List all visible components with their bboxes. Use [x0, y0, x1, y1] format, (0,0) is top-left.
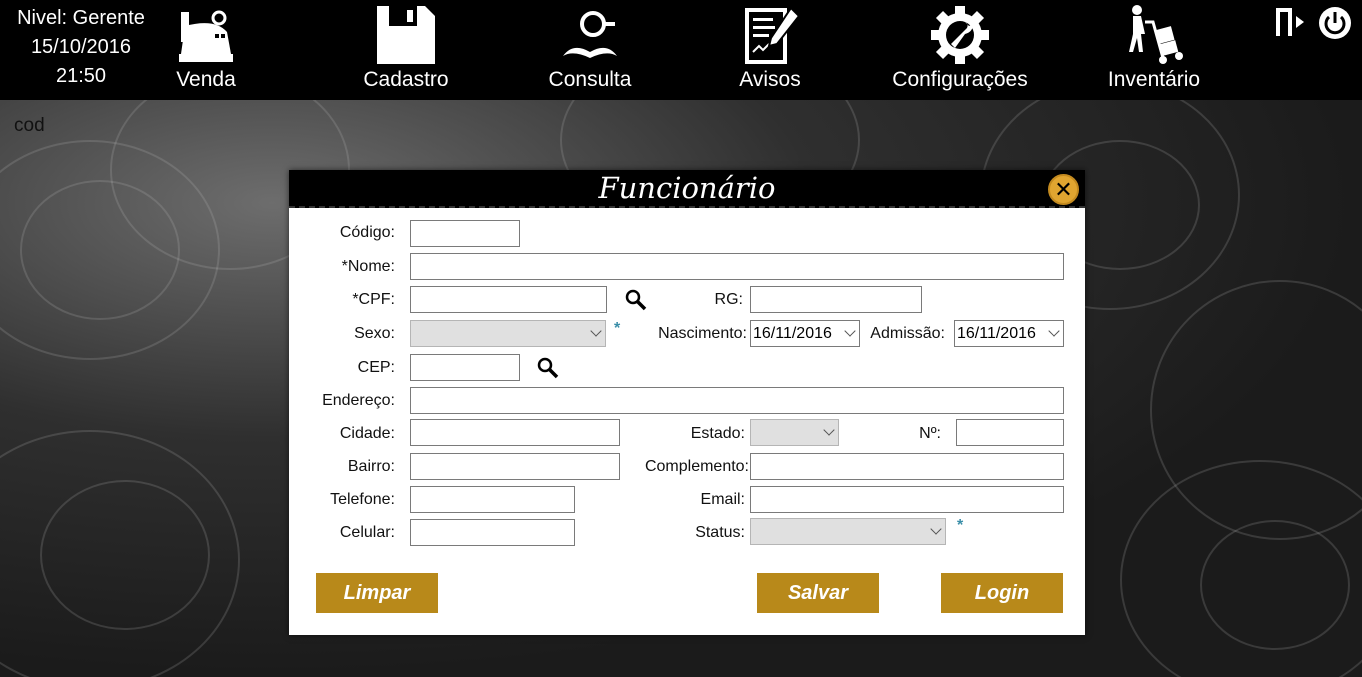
nav-venda[interactable]: Venda: [166, 4, 246, 92]
power-button[interactable]: [1318, 6, 1352, 45]
nav-consulta-label: Consulta: [548, 68, 632, 91]
code-label: cod: [14, 115, 45, 136]
admissao-value: 16/11/2016: [957, 325, 1036, 342]
cep-input[interactable]: [410, 354, 520, 381]
estado-select[interactable]: [750, 419, 839, 446]
nav-cadastro[interactable]: Cadastro: [356, 4, 456, 92]
rg-label: RG:: [714, 291, 743, 308]
nav-configuracoes[interactable]: Configurações: [882, 4, 1038, 92]
email-label: Email:: [700, 491, 745, 508]
chevron-down-icon: [844, 325, 856, 337]
nascimento-date-picker[interactable]: 16/11/2016: [750, 320, 860, 347]
bairro-label: Bairro:: [347, 458, 395, 475]
sexo-label: Sexo:: [354, 325, 395, 342]
nav-avisos-label: Avisos: [739, 68, 801, 91]
nav-inventario-label: Inventário: [1107, 68, 1201, 91]
cpf-label: *CPF:: [352, 291, 395, 308]
nav-consulta[interactable]: Consulta: [540, 4, 640, 92]
status-label: Status:: [695, 524, 745, 541]
nav-configuracoes-label: Configurações: [892, 68, 1028, 91]
celular-input[interactable]: [410, 519, 575, 546]
current-time: 21:50: [55, 65, 107, 87]
admissao-label: Admissão:: [870, 325, 945, 342]
cep-label: CEP:: [357, 359, 395, 376]
top-navigation-bar: Nivel: Gerente 15/10/2016 21:50 Venda Ca…: [0, 0, 1362, 100]
document-pen-icon: [745, 6, 801, 64]
cep-search-icon[interactable]: [537, 357, 559, 379]
limpar-button[interactable]: Limpar: [316, 573, 438, 613]
admissao-date-picker[interactable]: 16/11/2016: [954, 320, 1064, 347]
nav-avisos[interactable]: Avisos: [730, 4, 810, 92]
nav-cadastro-label: Cadastro: [363, 68, 449, 91]
nome-label: *Nome:: [341, 258, 395, 275]
nome-input[interactable]: [410, 253, 1064, 280]
chevron-down-icon: [930, 523, 942, 535]
nav-inventario[interactable]: Inventário: [1100, 4, 1208, 92]
cidade-label: Cidade:: [339, 425, 395, 442]
dialog-title: Funcionário: [598, 171, 776, 205]
salvar-button[interactable]: Salvar: [757, 573, 879, 613]
status-select[interactable]: [750, 518, 946, 545]
chevron-down-icon: [1048, 325, 1060, 337]
endereco-input[interactable]: [410, 387, 1064, 414]
telefone-input[interactable]: [410, 486, 575, 513]
funcionario-dialog: Funcionário ✕ Código: *Nome: *CPF: RG: S…: [289, 170, 1085, 635]
bairro-input[interactable]: [410, 453, 620, 480]
nascimento-value: 16/11/2016: [753, 325, 832, 342]
telefone-label: Telefone:: [330, 491, 395, 508]
dialog-header: Funcionário ✕: [289, 170, 1085, 208]
user-level: Nivel: Gerente: [17, 7, 145, 29]
cidade-input[interactable]: [410, 419, 620, 446]
required-marker: *: [957, 517, 964, 534]
numero-input[interactable]: [956, 419, 1064, 446]
session-info: Nivel: Gerente 15/10/2016 21:50: [6, 4, 156, 91]
cpf-search-icon[interactable]: [625, 289, 647, 311]
estado-label: Estado:: [690, 425, 745, 442]
logout-door-icon: [1276, 8, 1304, 36]
gear-wrench-icon: [931, 6, 989, 64]
required-marker: *: [614, 320, 621, 337]
chevron-down-icon: [823, 424, 835, 436]
hand-truck-icon: [1129, 5, 1183, 64]
detective-icon: [563, 11, 617, 58]
logout-button[interactable]: [1274, 6, 1308, 43]
close-button[interactable]: ✕: [1048, 174, 1079, 205]
celular-label: Celular:: [339, 524, 395, 541]
close-icon: ✕: [1054, 177, 1073, 202]
login-button[interactable]: Login: [941, 573, 1063, 613]
nascimento-label: Nascimento:: [658, 325, 747, 342]
complemento-input[interactable]: [750, 453, 1064, 480]
codigo-input[interactable]: [410, 220, 520, 247]
cash-register-icon: [179, 10, 233, 62]
power-icon: [1319, 7, 1351, 39]
rg-input[interactable]: [750, 286, 922, 313]
cpf-input[interactable]: [410, 286, 607, 313]
chevron-down-icon: [590, 325, 602, 337]
nav-venda-label: Venda: [176, 68, 236, 91]
endereco-label: Endereço:: [322, 392, 395, 409]
current-date: 15/10/2016: [30, 36, 132, 58]
floppy-disk-icon: [377, 6, 435, 64]
codigo-label: Código:: [339, 224, 395, 241]
email-input[interactable]: [750, 486, 1064, 513]
sexo-select[interactable]: [410, 320, 606, 347]
numero-label: Nº:: [919, 425, 941, 442]
complemento-label: Complemento:: [644, 458, 749, 475]
